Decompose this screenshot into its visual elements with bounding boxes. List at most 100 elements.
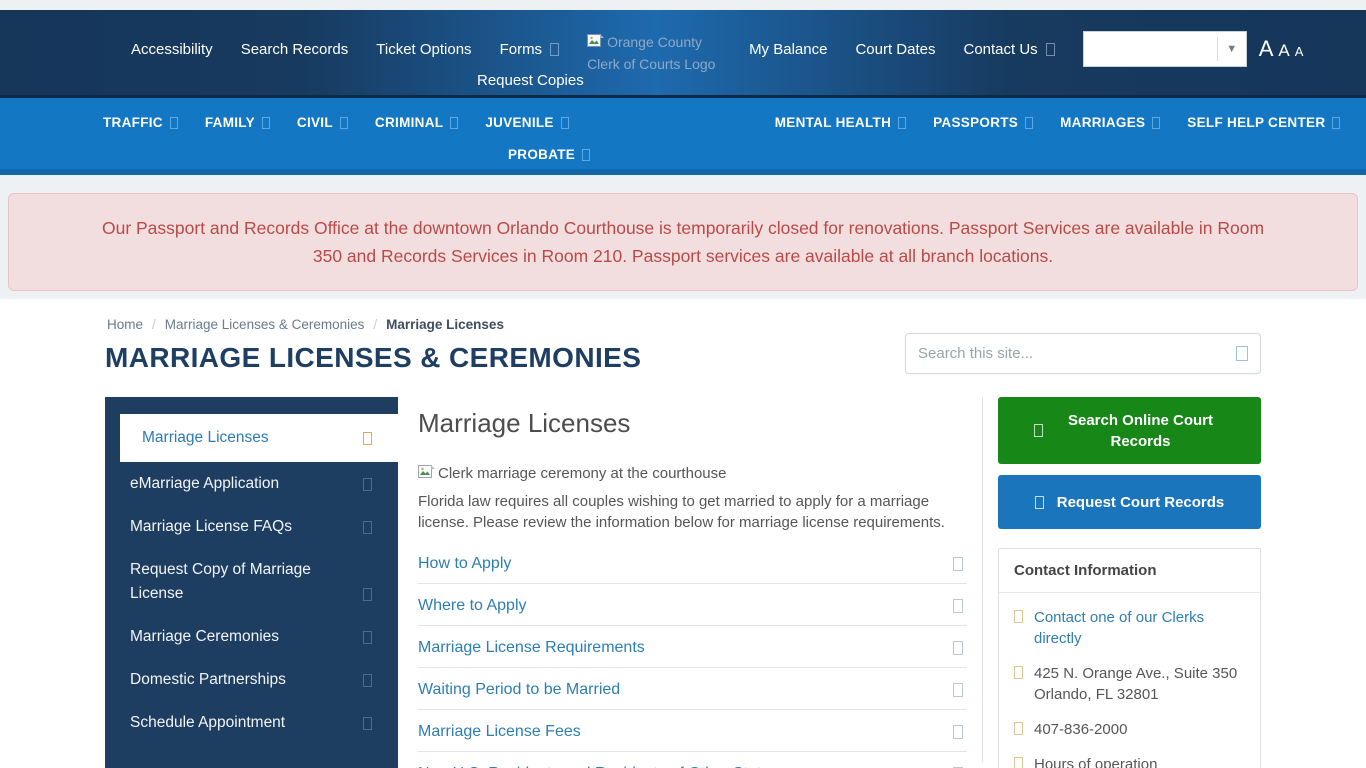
alert-banner: Our Passport and Records Office at the d…	[8, 193, 1358, 291]
sidebar-item-marriage-ceremonies[interactable]: Marriage Ceremonies	[105, 615, 398, 658]
breadcrumb: Home/Marriage Licenses & Ceremonies/Marr…	[107, 317, 1261, 332]
sidebar-item-domestic-partnerships[interactable]: Domestic Partnerships	[105, 658, 398, 701]
accordion-non-us-residents[interactable]: Non-U.S. Residents and Residents of Othe…	[418, 752, 967, 768]
mental-health-dropdown-icon	[898, 117, 906, 129]
sidebar-item-label: Request Copy of Marriage License	[130, 558, 330, 606]
site-search-input[interactable]	[918, 345, 1236, 362]
telephone-icon	[1014, 722, 1023, 735]
contact-phone-item: 407-836-2000	[1014, 719, 1245, 740]
nav-passports[interactable]: PASSPORTS	[933, 115, 1033, 130]
contact-card-title: Contact Information	[999, 549, 1260, 593]
font-size-large-button[interactable]: A	[1259, 36, 1274, 62]
accordion-where-to-apply[interactable]: Where to Apply	[418, 584, 967, 626]
link-court-dates[interactable]: Court Dates	[855, 41, 935, 58]
site-logo[interactable]: Orange County Clerk of Courts Logo	[587, 32, 721, 74]
accordion-label: Marriage License Requirements	[418, 639, 645, 657]
contact-us-dropdown-icon	[1046, 43, 1055, 56]
logo-alt-text: Orange County Clerk of Courts Logo	[587, 34, 715, 72]
request-court-records-button[interactable]: Request Court Records	[998, 475, 1261, 529]
expand-icon	[953, 725, 963, 739]
site-search-icon[interactable]	[1236, 346, 1248, 361]
sidebar-item-schedule-appointment[interactable]: Schedule Appointment	[105, 701, 398, 744]
accordion-how-to-apply[interactable]: How to Apply	[418, 542, 967, 584]
nav-juvenile-label: JUVENILE	[485, 115, 553, 130]
breadcrumb-marriage-licenses-ceremonies[interactable]: Marriage Licenses & Ceremonies	[165, 317, 365, 332]
utility-row: Accessibility Search Records Ticket Opti…	[0, 10, 1366, 74]
nav-self-help-label: SELF HELP CENTER	[1187, 115, 1325, 130]
location-icon	[1014, 666, 1023, 679]
link-request-copies[interactable]: Request Copies	[477, 72, 584, 89]
contact-hours-item: Hours of operation	[1014, 754, 1245, 768]
nav-criminal[interactable]: CRIMINAL	[375, 115, 458, 130]
contact-address-item: 425 N. Orange Ave., Suite 350Orlando, FL…	[1014, 663, 1245, 705]
nav-self-help-center[interactable]: SELF HELP CENTER	[1187, 115, 1340, 130]
sidebar-item-request-copy[interactable]: Request Copy of Marriage License	[105, 548, 398, 615]
accordion-label: How to Apply	[418, 555, 511, 573]
nav-probate[interactable]: PROBATE	[508, 147, 590, 162]
accordion-waiting-period[interactable]: Waiting Period to be Married	[418, 668, 967, 710]
main-navigation: TRAFFIC FAMILY CIVIL CRIMINAL JUVENILE M…	[0, 95, 1366, 175]
chevron-icon	[363, 432, 372, 445]
phone-icon	[1014, 610, 1023, 623]
nav-juvenile[interactable]: JUVENILE	[485, 115, 568, 130]
utility-bar: Accessibility Search Records Ticket Opti…	[0, 10, 1366, 95]
nav-passports-label: PASSPORTS	[933, 115, 1018, 130]
search-icon	[1034, 424, 1043, 437]
expand-icon	[953, 683, 963, 697]
juvenile-dropdown-icon	[561, 117, 569, 129]
broken-content-image: Clerk marriage ceremony at the courthous…	[418, 465, 967, 484]
search-online-court-records-button[interactable]: Search Online Court Records	[998, 397, 1261, 464]
chevron-icon	[363, 521, 372, 534]
search-dropdown-button[interactable]: ▼	[1218, 43, 1246, 55]
sidebar-nav: Marriage Licenses eMarriage Application …	[105, 397, 398, 768]
chevron-icon	[363, 674, 372, 687]
breadcrumb-separator: /	[373, 317, 377, 332]
link-search-records[interactable]: Search Records	[241, 41, 349, 58]
address-line2: Orlando, FL 32801	[1034, 686, 1159, 703]
nav-traffic[interactable]: TRAFFIC	[103, 115, 178, 130]
criminal-dropdown-icon	[450, 117, 458, 129]
chevron-icon	[363, 631, 372, 644]
contact-phone: 407-836-2000	[1034, 719, 1127, 740]
main-content: Marriage Licenses Clerk marriage ceremon…	[398, 397, 983, 762]
content-heading: Marriage Licenses	[418, 408, 967, 439]
accordion-list: How to Apply Where to Apply Marriage Lic…	[418, 542, 967, 768]
intro-paragraph: Florida law requires all couples wishing…	[418, 491, 963, 533]
main-nav-row: TRAFFIC FAMILY CIVIL CRIMINAL JUVENILE M…	[0, 98, 1366, 130]
header-search-input[interactable]	[1084, 33, 1217, 65]
breadcrumb-home[interactable]: Home	[107, 317, 143, 332]
sidebar-item-marriage-licenses[interactable]: Marriage Licenses	[120, 414, 398, 462]
font-size-small-button[interactable]: A	[1295, 44, 1304, 59]
probate-dropdown-icon	[582, 149, 590, 161]
contact-information-card: Contact Information Contact one of our C…	[998, 548, 1261, 768]
accordion-license-requirements[interactable]: Marriage License Requirements	[418, 626, 967, 668]
nav-traffic-label: TRAFFIC	[103, 115, 163, 130]
nav-civil-label: CIVIL	[297, 115, 333, 130]
expand-icon	[953, 557, 963, 571]
link-my-balance[interactable]: My Balance	[749, 41, 827, 58]
font-size-medium-button[interactable]: A	[1278, 41, 1289, 61]
accordion-label: Where to Apply	[418, 597, 527, 615]
nav-family[interactable]: FAMILY	[205, 115, 270, 130]
sidebar-item-marriage-license-faqs[interactable]: Marriage License FAQs	[105, 505, 398, 548]
site-search-box	[905, 333, 1261, 374]
menu-forms[interactable]: Forms	[500, 41, 560, 58]
nav-mental-health[interactable]: MENTAL HEALTH	[775, 115, 906, 130]
image-alt-text: Clerk marriage ceremony at the courthous…	[438, 465, 726, 482]
alert-wrapper: Our Passport and Records Office at the d…	[0, 175, 1366, 293]
link-accessibility[interactable]: Accessibility	[131, 41, 213, 58]
nav-civil[interactable]: CIVIL	[297, 115, 348, 130]
sidebar-item-label: Domestic Partnerships	[130, 668, 286, 692]
contact-clerks-link[interactable]: Contact one of our Clerks directly	[1034, 607, 1224, 649]
accordion-license-fees[interactable]: Marriage License Fees	[418, 710, 967, 752]
family-dropdown-icon	[262, 117, 270, 129]
menu-contact-us[interactable]: Contact Us	[963, 41, 1054, 58]
nav-marriages[interactable]: MARRIAGES	[1060, 115, 1160, 130]
link-ticket-options[interactable]: Ticket Options	[376, 41, 471, 58]
chevron-icon	[363, 717, 372, 730]
forms-dropdown-icon	[550, 43, 559, 56]
header-zone: Accessibility Search Records Ticket Opti…	[0, 0, 1366, 299]
sidebar-item-emarriage-application[interactable]: eMarriage Application	[105, 462, 398, 505]
traffic-dropdown-icon	[170, 117, 178, 129]
breadcrumb-current: Marriage Licenses	[386, 317, 504, 332]
